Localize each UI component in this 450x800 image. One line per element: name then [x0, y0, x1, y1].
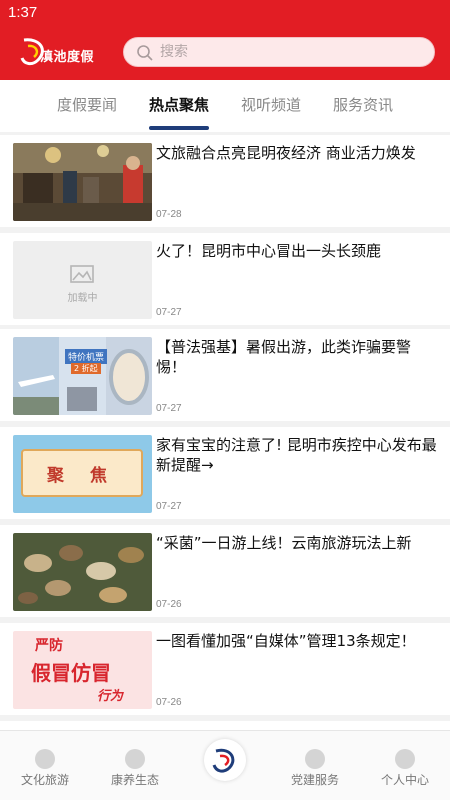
- article-date: 07-27: [156, 307, 182, 318]
- tab-hot-focus[interactable]: 热点聚焦: [149, 94, 209, 130]
- nav-label: 个人中心: [380, 773, 429, 787]
- tab-audio-video[interactable]: 视听频道: [241, 94, 301, 130]
- list-item[interactable]: 加载中 火了！昆明市中心冒出一头长颈鹿 07-27: [0, 233, 450, 325]
- article-title[interactable]: 家有宝宝的注意了! 昆明市疾控中心发布最新提醒→: [156, 435, 440, 475]
- wellness-ecology-icon: [125, 749, 145, 769]
- logo-text: 滇池度假: [40, 50, 95, 65]
- nav-culture-tourism[interactable]: 文化旅游: [0, 731, 90, 800]
- article-date: 07-26: [156, 697, 182, 708]
- poster-text-top: 严防: [35, 638, 63, 654]
- article-title[interactable]: “采菌”一日游上线！云南旅游玩法上新: [156, 533, 440, 553]
- nav-wellness-ecology[interactable]: 康养生态: [90, 731, 180, 800]
- poster-text-bottom: 行为: [97, 689, 124, 704]
- status-time: 1:37: [8, 4, 38, 21]
- article-date: 07-26: [156, 599, 182, 610]
- category-tabs: 度假要闻 热点聚焦 视听频道 服务资讯: [0, 80, 450, 132]
- poster-text-main: 假冒仿冒: [31, 661, 111, 685]
- nav-label: 文化旅游: [20, 773, 69, 787]
- loading-thumbnail: 加载中: [13, 241, 152, 319]
- active-tab-indicator: [149, 126, 209, 130]
- list-item[interactable]: “采菌”一日游上线！云南旅游玩法上新 07-26: [0, 525, 450, 617]
- list-item[interactable]: 严防 假冒仿冒 行为 一图看懂加强“自媒体”管理13条规定！ 07-26: [0, 623, 450, 715]
- list-item[interactable]: 特价机票 2 折起 【普法强基】暑假出游，此类诈骗要警惕！ 07-27: [0, 329, 450, 421]
- app-header: 1:37 滇池度假: [0, 0, 450, 80]
- nav-home-logo[interactable]: [204, 739, 246, 781]
- tab-service-info[interactable]: 服务资讯: [333, 94, 393, 130]
- search-bar[interactable]: [123, 37, 435, 67]
- app-logo[interactable]: 滇池度假: [18, 36, 110, 70]
- focus-banner-text: 聚 焦: [47, 466, 117, 486]
- anti-counterfeit-thumbnail: 严防 假冒仿冒 行为: [13, 631, 152, 709]
- bottom-navigation: 文化旅游 康养生态 党建服务 个人中心: [0, 730, 450, 800]
- nav-personal-center[interactable]: 个人中心: [360, 731, 450, 800]
- user-icon: [395, 749, 415, 769]
- nav-label: 党建服务: [290, 773, 339, 787]
- article-title[interactable]: 一图看懂加强“自媒体”管理13条规定！: [156, 631, 440, 651]
- list-item[interactable]: 文旅融合点亮昆明夜经济 商业活力焕发 07-28: [0, 135, 450, 227]
- discount-text: 2 折起: [71, 363, 101, 374]
- nav-party-service[interactable]: 党建服务: [270, 731, 360, 800]
- nav-label: 康养生态: [110, 773, 159, 787]
- night-market-thumbnail: [13, 143, 152, 221]
- tab-vacation-news[interactable]: 度假要闻: [57, 94, 117, 130]
- search-input[interactable]: [160, 38, 420, 66]
- loading-text: 加载中: [67, 293, 98, 304]
- home-logo-icon: [212, 748, 235, 773]
- article-title[interactable]: 【普法强基】暑假出游，此类诈骗要警惕！: [156, 337, 440, 377]
- article-title[interactable]: 火了！昆明市中心冒出一头长颈鹿: [156, 241, 440, 261]
- article-title[interactable]: 文旅融合点亮昆明夜经济 商业活力焕发: [156, 143, 440, 163]
- list-item[interactable]: 聚 焦 家有宝宝的注意了! 昆明市疾控中心发布最新提醒→ 07-27: [0, 427, 450, 519]
- mushrooms-thumbnail: [13, 533, 152, 611]
- article-date: 07-27: [156, 403, 182, 414]
- culture-tourism-icon: [35, 749, 55, 769]
- search-icon: [137, 45, 153, 61]
- article-date: 07-28: [156, 209, 182, 220]
- airplane-thumbnail: 特价机票 2 折起: [13, 337, 152, 415]
- article-date: 07-27: [156, 501, 182, 512]
- focus-banner-thumbnail: 聚 焦: [13, 435, 152, 513]
- image-placeholder-icon: [70, 265, 94, 283]
- ticket-banner-text: 特价机票: [65, 349, 108, 364]
- party-service-icon: [305, 749, 325, 769]
